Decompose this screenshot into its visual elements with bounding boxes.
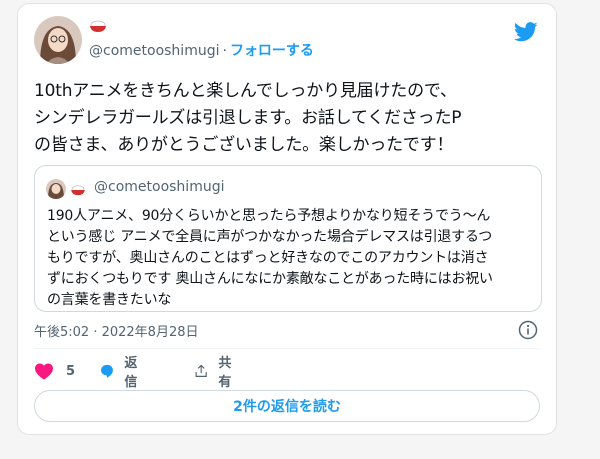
info-icon[interactable] xyxy=(518,320,538,340)
like-button[interactable]: 5 xyxy=(34,360,75,382)
timestamp[interactable]: 午後5:02 · 2022年8月28日 xyxy=(34,321,199,340)
divider xyxy=(34,348,540,349)
tweet-text: 10thアニメをきちんと楽しんでしっかり見届けたので、 シンデレラガールズは引退… xyxy=(34,81,462,155)
share-label: 共有 xyxy=(218,356,232,390)
share-button[interactable]: 共有 xyxy=(194,356,237,390)
author-row: @cometooshimugi · フォローする xyxy=(89,40,314,60)
avatar[interactable] xyxy=(34,16,82,64)
like-count: 5 xyxy=(66,363,76,379)
reply-button[interactable]: 返信 xyxy=(100,356,143,390)
quoted-tweet[interactable]: @cometooshimugi 190人アニメ、90分くらいかと思ったら予想より… xyxy=(34,165,542,312)
separator-dot: · xyxy=(222,43,227,59)
share-icon xyxy=(195,364,207,377)
follow-button[interactable]: フォローする xyxy=(230,43,314,59)
rice-bowl-emoji xyxy=(70,181,86,196)
tweet-card: @cometooshimugi · フォローする 10thアニメをきちんと楽しんでし… xyxy=(17,3,557,435)
twitter-bird-icon[interactable] xyxy=(513,22,538,42)
quoted-text: 190人アニメ、90分くらいかと思ったら予想よりかなり短そうでう～ん という感じ… xyxy=(47,208,493,308)
quoted-avatar xyxy=(46,179,66,199)
reply-label: 返信 xyxy=(124,356,138,390)
author-handle[interactable]: @cometooshimugi xyxy=(89,43,219,59)
quoted-handle: @cometooshimugi xyxy=(94,179,225,195)
speech-bubble-icon xyxy=(101,364,113,378)
read-replies-button[interactable]: 2件の返信を読む xyxy=(34,390,540,422)
rice-bowl-emoji xyxy=(89,18,107,32)
heart-icon xyxy=(35,363,53,380)
